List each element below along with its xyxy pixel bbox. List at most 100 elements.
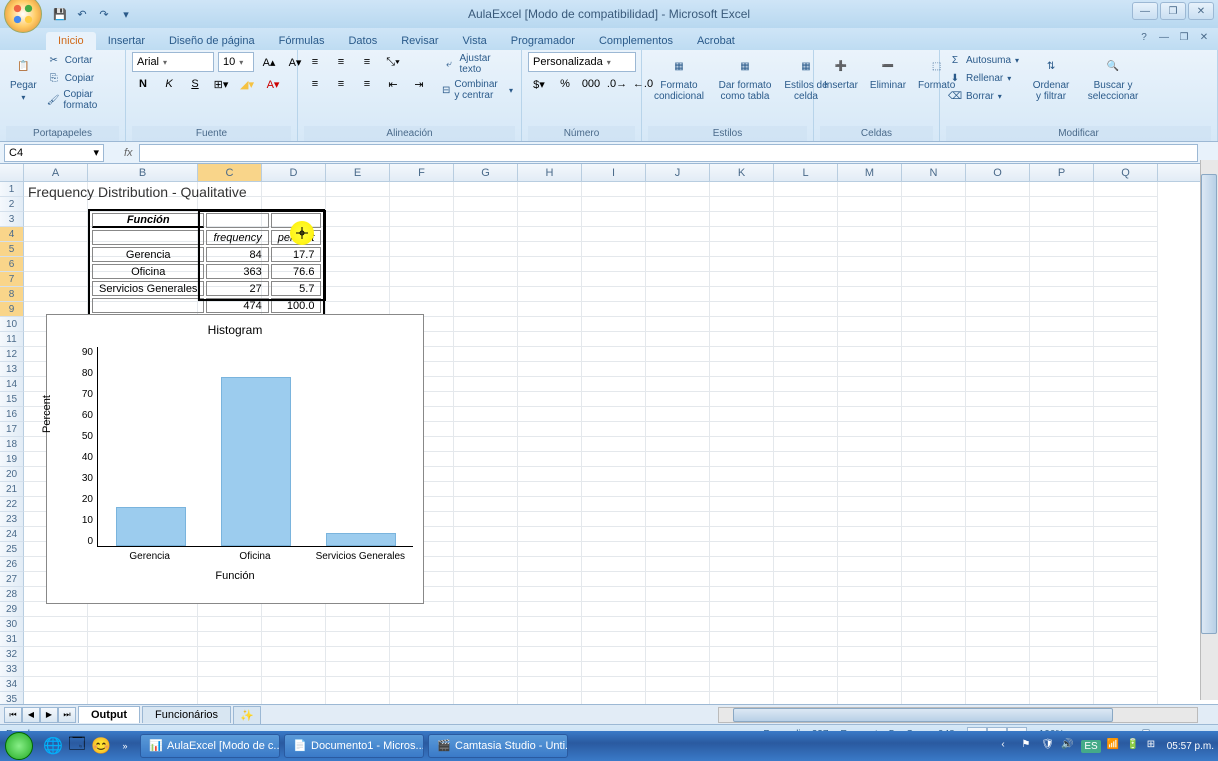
cell[interactable] [518,602,582,617]
taskbar-item[interactable]: 📊AulaExcel [Modo de c... [140,734,280,758]
cell[interactable] [774,497,838,512]
row-header[interactable]: 19 [0,452,24,467]
row-header[interactable]: 3 [0,212,24,227]
cell[interactable] [966,392,1030,407]
cell[interactable] [710,482,774,497]
cell[interactable] [1030,437,1094,452]
cell[interactable] [1030,182,1094,197]
cell[interactable] [838,632,902,647]
cell[interactable] [838,347,902,362]
cell[interactable] [1094,197,1158,212]
row-header[interactable]: 4 [0,227,24,242]
cell[interactable] [902,647,966,662]
col-header[interactable]: D [262,164,326,181]
cell[interactable] [774,422,838,437]
cell[interactable] [710,437,774,452]
orientation-button[interactable]: ⤡▾ [382,52,404,72]
cell[interactable] [902,407,966,422]
cell[interactable] [518,212,582,227]
cell[interactable] [454,617,518,632]
cell[interactable] [518,227,582,242]
cell[interactable] [24,632,88,647]
scrollbar-thumb[interactable] [1201,174,1217,634]
cell[interactable] [902,527,966,542]
col-header[interactable]: F [390,164,454,181]
tab-insertar[interactable]: Insertar [96,32,157,50]
cell[interactable] [838,332,902,347]
cell[interactable] [646,212,710,227]
cell[interactable] [966,662,1030,677]
cell[interactable] [454,257,518,272]
cell[interactable] [838,302,902,317]
cell[interactable] [582,437,646,452]
tray-icon[interactable]: 📶 [1107,739,1121,753]
cell[interactable] [710,557,774,572]
cell[interactable] [88,632,198,647]
row-header[interactable]: 35 [0,692,24,704]
cell[interactable] [902,422,966,437]
row-header[interactable]: 1 [0,182,24,197]
scrollbar-thumb[interactable] [733,708,1113,722]
cell[interactable] [966,332,1030,347]
cell[interactable] [1030,392,1094,407]
cell[interactable] [326,212,390,227]
cell[interactable] [582,392,646,407]
cell[interactable] [454,437,518,452]
row-header[interactable]: 13 [0,362,24,377]
prev-sheet-button[interactable]: ◀ [22,707,40,723]
cell[interactable] [1030,572,1094,587]
cell[interactable] [646,332,710,347]
cell[interactable] [966,467,1030,482]
cell[interactable] [1094,677,1158,692]
cell[interactable] [902,287,966,302]
first-sheet-button[interactable]: ⏮ [4,707,22,723]
cell[interactable] [838,497,902,512]
cell[interactable] [1030,662,1094,677]
cell[interactable] [1030,272,1094,287]
conditional-format-button[interactable]: ▦Formato condicional [648,52,710,104]
cell[interactable] [646,347,710,362]
cell[interactable] [454,512,518,527]
help-icon[interactable]: ? [1136,30,1152,44]
row-header[interactable]: 33 [0,662,24,677]
cell[interactable] [774,257,838,272]
sheet-tab-funcionarios[interactable]: Funcionários [142,706,231,723]
cell[interactable] [454,452,518,467]
cell[interactable] [838,452,902,467]
cell[interactable] [966,257,1030,272]
cell[interactable] [262,692,326,704]
cell[interactable] [390,662,454,677]
cell[interactable] [646,362,710,377]
cell[interactable] [902,377,966,392]
col-header[interactable]: I [582,164,646,181]
cell[interactable] [1094,497,1158,512]
cell[interactable] [966,272,1030,287]
cell[interactable] [326,197,390,212]
tab-acrobat[interactable]: Acrobat [685,32,747,50]
align-center-button[interactable]: ≡ [330,74,352,94]
formula-input[interactable] [139,144,1198,162]
cell[interactable] [1030,332,1094,347]
cell[interactable] [646,527,710,542]
cell[interactable] [326,287,390,302]
cell[interactable] [1094,632,1158,647]
cell[interactable] [1030,197,1094,212]
cell[interactable] [582,347,646,362]
cell[interactable] [838,257,902,272]
cell[interactable] [1030,302,1094,317]
cell[interactable] [966,677,1030,692]
cell[interactable] [518,692,582,704]
cell[interactable] [1030,482,1094,497]
cell[interactable] [24,692,88,704]
cell[interactable] [390,212,454,227]
row-header[interactable]: 29 [0,602,24,617]
row-header[interactable]: 20 [0,467,24,482]
row-header[interactable]: 31 [0,632,24,647]
cell[interactable] [966,197,1030,212]
cell[interactable] [710,677,774,692]
insert-cells-button[interactable]: ➕Insertar [820,52,862,93]
cell[interactable] [966,302,1030,317]
cell[interactable] [710,632,774,647]
cell[interactable] [966,602,1030,617]
cell[interactable] [88,647,198,662]
